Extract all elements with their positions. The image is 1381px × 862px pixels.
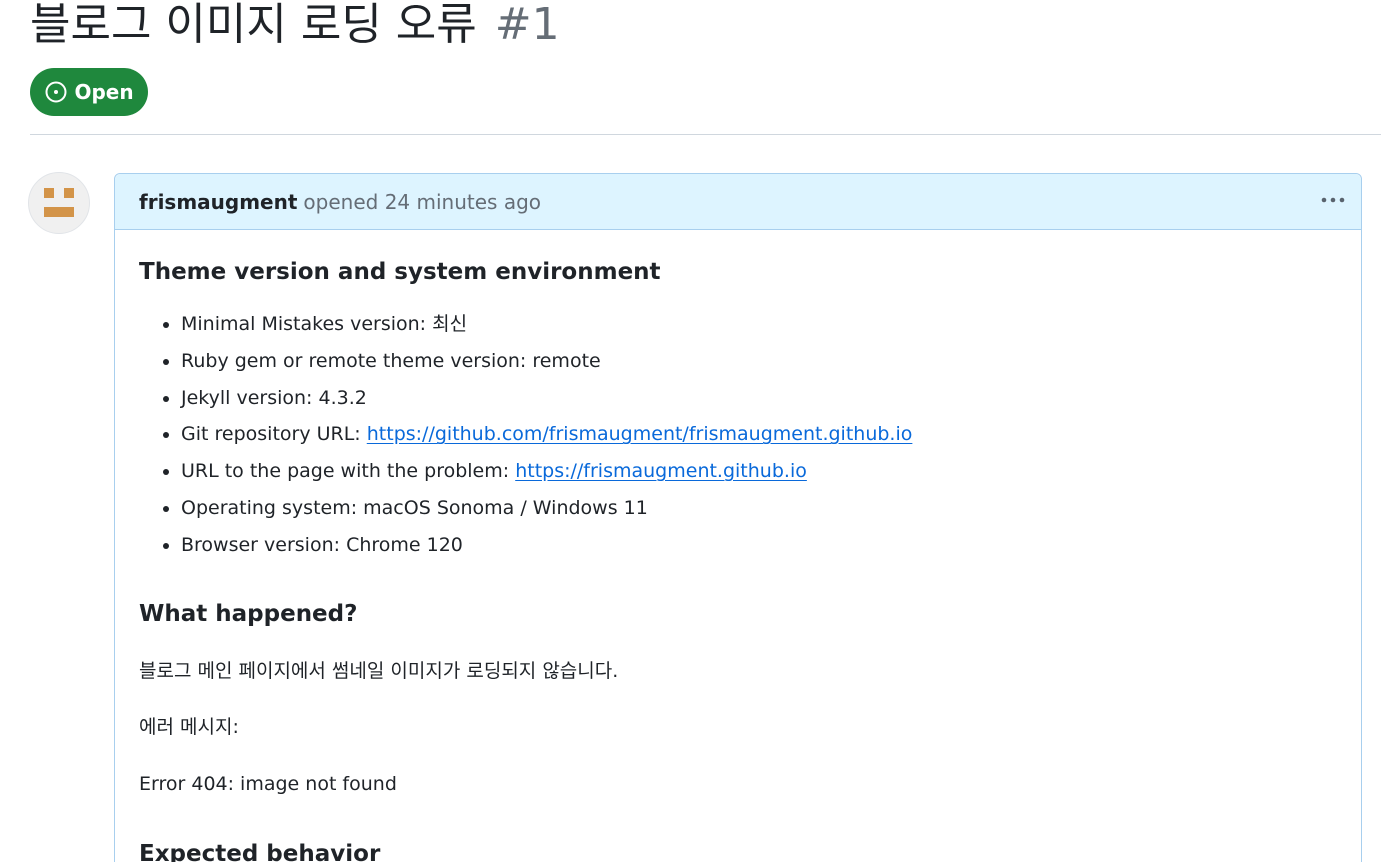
env-item-label: Jekyll version: 4.3.2 <box>181 386 367 409</box>
env-item-label: Browser version: Chrome 120 <box>181 533 463 556</box>
issue-title: 블로그 이미지 로딩 오류 #1 <box>30 0 560 56</box>
env-item-label: URL to the page with the problem: <box>181 460 516 483</box>
env-item-label: Git repository URL: <box>181 423 367 446</box>
issue-title-text: 블로그 이미지 로딩 오류 <box>30 0 477 50</box>
comment-body: Theme version and system environment Min… <box>115 230 1361 862</box>
issue-state-badge: Open <box>30 68 148 116</box>
header-divider <box>30 134 1381 135</box>
env-item-label: Operating system: macOS Sonoma / Windows… <box>181 496 648 519</box>
kebab-horizontal-icon <box>1319 186 1347 219</box>
list-item: Minimal Mistakes version: 최신 <box>181 306 1337 343</box>
list-item: Git repository URL: https://github.com/f… <box>181 416 1337 453</box>
issue-state-label: Open <box>74 80 134 104</box>
comment-timestamp[interactable]: opened 24 minutes ago <box>303 190 541 214</box>
issue-opened-icon <box>44 80 68 104</box>
env-heading: Theme version and system environment <box>139 259 661 285</box>
comment-author-link[interactable]: frismaugment <box>139 190 297 214</box>
list-item: URL to the page with the problem: https:… <box>181 453 1337 490</box>
list-item: Operating system: macOS Sonoma / Windows… <box>181 490 1337 527</box>
error-text: Error 404: image not found <box>139 772 397 795</box>
issue-page: 블로그 이미지 로딩 오류 #1 Open frismaugment opene… <box>0 0 1381 862</box>
error-label: 에러 메시지: <box>139 715 239 738</box>
issue-comment: frismaugment opened 24 minutes ago Theme… <box>114 173 1362 862</box>
author-avatar[interactable] <box>28 172 90 234</box>
list-item: Browser version: Chrome 120 <box>181 527 1337 564</box>
list-item: Ruby gem or remote theme version: remote <box>181 343 1337 380</box>
env-list: Minimal Mistakes version: 최신 Ruby gem or… <box>139 306 1337 564</box>
expected-heading: Expected behavior <box>139 840 381 862</box>
list-item: Jekyll version: 4.3.2 <box>181 380 1337 417</box>
env-item-label: Ruby gem or remote theme version: remote <box>181 349 601 372</box>
git-repository-link[interactable]: https://github.com/frismaugment/frismaug… <box>367 423 913 445</box>
problem-page-link[interactable]: https://frismaugment.github.io <box>515 460 807 482</box>
comment-menu-button[interactable] <box>1319 188 1347 216</box>
issue-number: #1 <box>494 0 560 50</box>
env-item-label: Minimal Mistakes version: 최신 <box>181 313 468 335</box>
happened-heading: What happened? <box>139 600 358 627</box>
happened-text: 블로그 메인 페이지에서 썸네일 이미지가 로딩되지 않습니다. <box>139 659 619 682</box>
comment-header: frismaugment opened 24 minutes ago <box>115 174 1361 230</box>
